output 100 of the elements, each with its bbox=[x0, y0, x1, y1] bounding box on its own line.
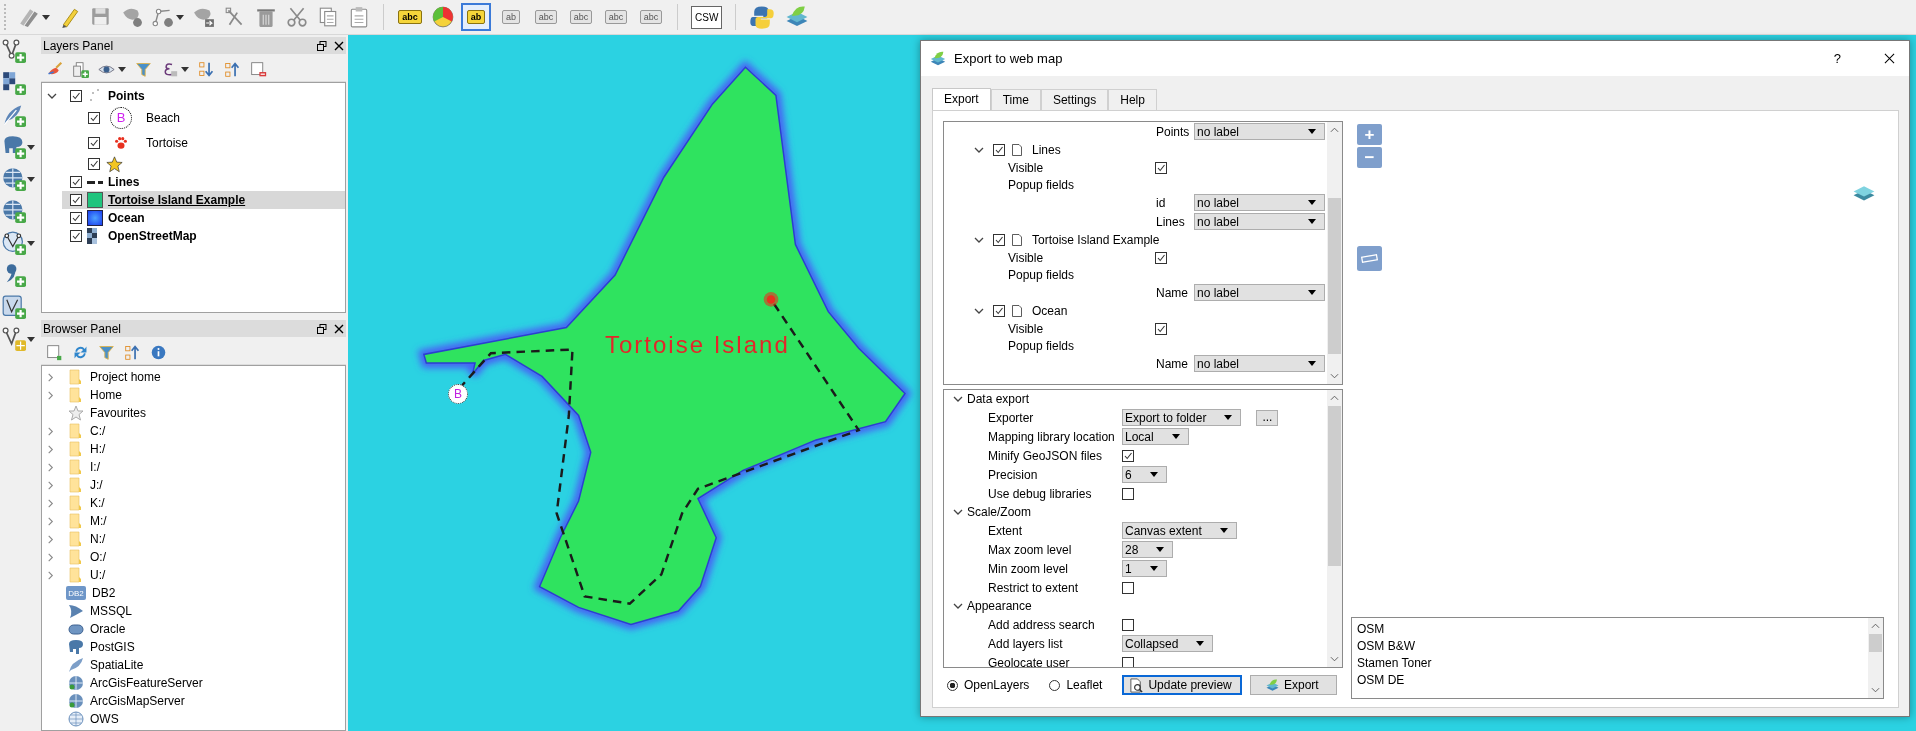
scroll-down-icon[interactable] bbox=[1871, 687, 1880, 693]
layer-row[interactable]: Ocean bbox=[62, 209, 345, 227]
browser-item[interactable]: C:/ bbox=[90, 424, 106, 438]
layer-copy-icon[interactable] bbox=[72, 60, 89, 78]
info-icon[interactable] bbox=[150, 343, 167, 361]
browser-item[interactable]: O:/ bbox=[90, 550, 106, 564]
dropdown[interactable]: 6 bbox=[1122, 466, 1167, 483]
checkbox[interactable] bbox=[993, 144, 1005, 156]
browser-item[interactable]: Oracle bbox=[90, 622, 126, 636]
close-icon[interactable] bbox=[334, 323, 344, 334]
globe-vertex-add-icon[interactable] bbox=[2, 231, 26, 255]
measure-button[interactable] bbox=[1357, 246, 1382, 271]
vertex-add-icon[interactable] bbox=[2, 39, 26, 63]
radio-button[interactable]: OpenLayers bbox=[947, 678, 1030, 692]
checkbox[interactable] bbox=[1122, 618, 1134, 631]
label-dropdown[interactable]: no label bbox=[1194, 194, 1325, 211]
chevron-icon[interactable] bbox=[953, 507, 963, 517]
label-dropdown[interactable]: no label bbox=[1194, 213, 1325, 230]
label-tool-button[interactable]: ab bbox=[463, 5, 489, 29]
label-dropdown[interactable]: no label bbox=[1194, 123, 1325, 140]
browser-item[interactable]: N:/ bbox=[90, 532, 106, 546]
checkbox[interactable] bbox=[70, 194, 82, 206]
caret-icon[interactable] bbox=[27, 336, 35, 342]
caret-icon[interactable] bbox=[27, 240, 35, 246]
remove-icon[interactable] bbox=[250, 60, 267, 78]
scroll-thumb[interactable] bbox=[1328, 198, 1341, 354]
dropdown[interactable]: Collapsed bbox=[1122, 635, 1214, 652]
tab[interactable]: Export bbox=[932, 88, 991, 111]
layer-row[interactable]: OpenStreetMap bbox=[62, 227, 345, 245]
checkbox[interactable] bbox=[70, 176, 82, 188]
checkbox[interactable] bbox=[1155, 251, 1167, 264]
pie-chart-icon[interactable] bbox=[432, 6, 454, 28]
chevron-icon[interactable] bbox=[974, 306, 984, 316]
layer-row[interactable]: B Beach bbox=[62, 105, 345, 130]
chevron-icon[interactable] bbox=[974, 145, 984, 155]
dropdown[interactable]: 1 bbox=[1122, 560, 1167, 577]
caret-icon[interactable] bbox=[181, 66, 189, 72]
pencil-icon[interactable] bbox=[59, 6, 81, 28]
float-icon[interactable] bbox=[317, 40, 327, 51]
browser-item[interactable]: M:/ bbox=[90, 514, 107, 528]
copy-icon[interactable] bbox=[317, 6, 339, 28]
checkbox[interactable] bbox=[70, 230, 82, 242]
dropdown[interactable]: 28 bbox=[1122, 541, 1174, 558]
update-preview-button[interactable]: Update preview bbox=[1122, 675, 1242, 695]
globe-add-icon[interactable] bbox=[2, 167, 26, 191]
basemap-item[interactable]: OSM DE bbox=[1357, 672, 1863, 689]
checkbox[interactable] bbox=[88, 158, 100, 170]
export-button[interactable]: Export bbox=[1249, 675, 1337, 695]
chevron-icon[interactable] bbox=[974, 235, 984, 245]
scroll-thumb[interactable] bbox=[1869, 634, 1882, 652]
scrollbar[interactable] bbox=[1868, 618, 1883, 698]
collapse-icon[interactable] bbox=[224, 60, 241, 78]
scroll-up-icon[interactable] bbox=[1871, 623, 1880, 629]
scroll-thumb[interactable] bbox=[1328, 406, 1341, 566]
delete-icon[interactable] bbox=[255, 6, 277, 28]
polygon-move-icon[interactable] bbox=[193, 6, 215, 28]
close-icon[interactable] bbox=[1884, 53, 1895, 64]
feather-add-icon[interactable] bbox=[2, 103, 26, 127]
layer-row[interactable]: Tortoise Island Example bbox=[62, 191, 345, 209]
browser-item[interactable]: MSSQL bbox=[90, 604, 132, 618]
dropdown[interactable]: Export to folder bbox=[1122, 409, 1242, 426]
browser-item[interactable]: DB2 bbox=[92, 586, 116, 600]
caret-icon[interactable] bbox=[27, 144, 35, 150]
tab[interactable]: Settings bbox=[1040, 89, 1109, 110]
checkbox[interactable] bbox=[1122, 581, 1134, 594]
expand-icon[interactable] bbox=[198, 60, 215, 78]
caret-icon[interactable] bbox=[176, 14, 184, 20]
checkbox[interactable] bbox=[993, 234, 1005, 246]
elephant-add-icon[interactable] bbox=[2, 135, 26, 159]
paste-icon[interactable] bbox=[348, 6, 370, 28]
checkbox[interactable] bbox=[1155, 161, 1167, 174]
basemap-item[interactable]: Stamen Toner bbox=[1357, 655, 1863, 672]
dropdown[interactable]: Canvas extent bbox=[1122, 522, 1237, 539]
caret-icon[interactable] bbox=[27, 176, 35, 182]
browser-item[interactable]: Favourites bbox=[90, 406, 147, 420]
cut-icon[interactable] bbox=[286, 6, 308, 28]
layer-row[interactable]: Points bbox=[62, 87, 345, 105]
browser-item[interactable]: U:/ bbox=[90, 568, 106, 582]
checkbox[interactable] bbox=[88, 136, 100, 149]
browse-button[interactable]: ... bbox=[1256, 409, 1279, 426]
browser-item[interactable]: Project home bbox=[90, 370, 161, 384]
basemap-item[interactable]: OSM B&W bbox=[1357, 638, 1863, 655]
checker-add-icon[interactable] bbox=[2, 71, 26, 95]
csw-button[interactable]: CSW bbox=[691, 5, 723, 29]
checkbox[interactable] bbox=[1122, 449, 1134, 462]
scroll-down-icon[interactable] bbox=[1330, 656, 1339, 662]
browser-item[interactable]: ArcGisFeatureServer bbox=[90, 676, 203, 690]
tab[interactable]: Time bbox=[990, 89, 1041, 110]
label-dropdown[interactable]: no label bbox=[1194, 355, 1325, 372]
dropdown[interactable]: Local bbox=[1122, 428, 1189, 445]
checkbox[interactable] bbox=[70, 212, 82, 224]
node-add-icon[interactable] bbox=[152, 6, 174, 28]
scrollbar[interactable] bbox=[1327, 122, 1342, 384]
basemap-item[interactable]: OSM bbox=[1357, 621, 1863, 638]
layer-row[interactable]: Tortoise bbox=[62, 130, 345, 155]
browser-item[interactable]: OWS bbox=[90, 712, 119, 726]
scroll-up-icon[interactable] bbox=[1330, 127, 1339, 133]
python-icon[interactable] bbox=[749, 4, 776, 30]
browser-item[interactable]: J:/ bbox=[90, 478, 103, 492]
checkbox[interactable] bbox=[993, 305, 1005, 317]
